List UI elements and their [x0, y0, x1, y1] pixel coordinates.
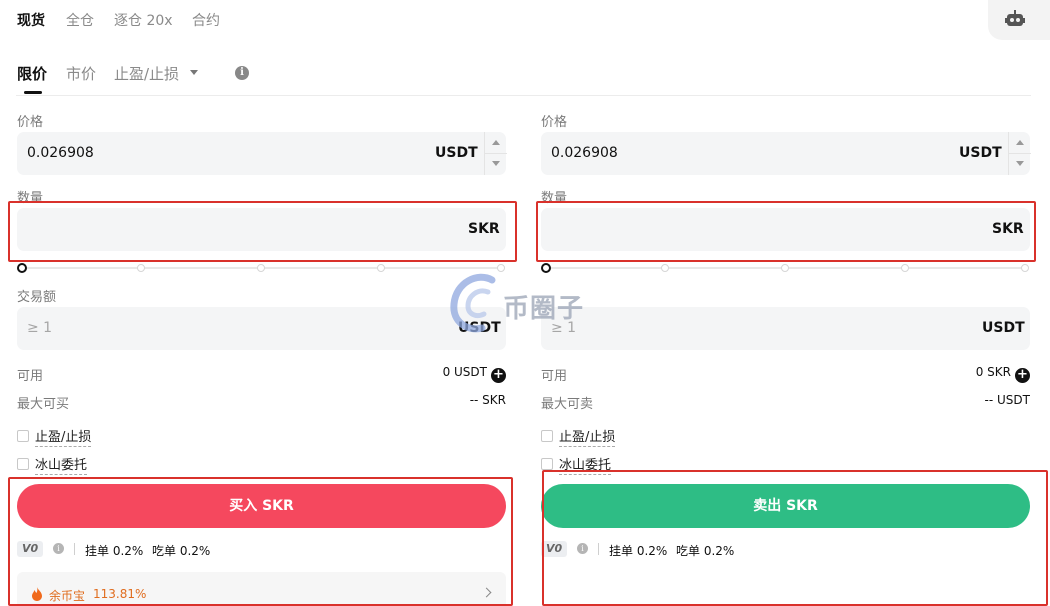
price-stepper[interactable] — [1008, 132, 1031, 175]
available-value: 0 SKR — [975, 365, 1011, 379]
fee-info-icon[interactable]: i — [577, 543, 588, 554]
fee-divider — [598, 543, 599, 555]
fee-info-icon[interactable]: i — [53, 543, 64, 554]
slider-mark-75[interactable] — [901, 264, 909, 272]
available-label: 可用 — [17, 369, 44, 384]
slider-handle[interactable] — [17, 263, 27, 273]
price-value: 0.026908 — [551, 145, 618, 161]
max-buy-value: -- SKR — [469, 393, 506, 407]
quantity-label: 数量 — [17, 191, 44, 206]
sell-panel: 价格 0.026908 USDT 数量 SKR ≥ 1 USDT 可用 0 SK… — [541, 0, 1031, 606]
buy-quantity-input[interactable]: SKR — [17, 208, 506, 251]
price-value: 0.026908 — [27, 145, 94, 161]
sell-amount-input[interactable]: ≥ 1 USDT — [541, 307, 1030, 350]
price-label: 价格 — [541, 115, 568, 130]
slider-mark-100[interactable] — [1021, 264, 1029, 272]
flame-icon — [32, 587, 42, 601]
iceberg-checkbox-row[interactable]: 冰山委托 — [17, 454, 88, 475]
iceberg-checkbox[interactable] — [541, 458, 553, 470]
tpsl-checkbox-row[interactable]: 止盈/止损 — [17, 426, 92, 447]
maker-fee: 挂单 0.2% — [609, 544, 668, 558]
slider-mark-75[interactable] — [377, 264, 385, 272]
max-buy-row: 最大可买 -- SKR — [17, 393, 506, 412]
sell-amount-slider[interactable] — [541, 262, 1030, 274]
maker-fee: 挂单 0.2% — [85, 544, 144, 558]
quantity-unit: SKR — [468, 221, 500, 237]
add-circle-icon[interactable]: + — [1015, 368, 1030, 383]
max-sell-value: -- USDT — [984, 393, 1030, 407]
increment-icon[interactable] — [1016, 140, 1024, 145]
tpsl-checkbox-label: 止盈/止损 — [35, 430, 92, 447]
price-unit: USDT — [959, 145, 1002, 161]
fee-row: V0 i 挂单 0.2% 吃单 0.2% — [17, 540, 506, 560]
buy-panel: 价格 0.026908 USDT 数量 SKR 交易额 ≥ 1 USDT 可用 … — [17, 0, 507, 606]
sell-price-input[interactable]: 0.026908 USDT — [541, 132, 1031, 175]
earn-apy: 113.81% — [93, 587, 147, 601]
iceberg-checkbox-row[interactable]: 冰山委托 — [541, 454, 612, 475]
watermark-text: 币圈子 — [503, 294, 585, 324]
sell-quantity-input[interactable]: SKR — [541, 208, 1030, 251]
available-value-wrap: 0 SKR + — [976, 365, 1030, 383]
decrement-icon[interactable] — [1016, 161, 1024, 166]
stepper-divider — [485, 153, 507, 154]
tpsl-checkbox-label: 止盈/止损 — [559, 430, 616, 447]
earn-banner[interactable]: 余币宝 113.81% — [17, 572, 506, 606]
price-unit: USDT — [435, 145, 478, 161]
slider-mark-25[interactable] — [137, 264, 145, 272]
iceberg-checkbox[interactable] — [17, 458, 29, 470]
price-stepper[interactable] — [484, 132, 507, 175]
vip-badge[interactable]: V0 — [17, 541, 44, 557]
buy-amount-input[interactable]: ≥ 1 USDT — [17, 307, 506, 350]
quantity-label: 数量 — [541, 191, 568, 206]
taker-fee: 吃单 0.2% — [676, 544, 735, 558]
available-row: 可用 0 SKR + — [541, 365, 1030, 384]
price-label: 价格 — [17, 115, 44, 130]
max-buy-label: 最大可买 — [17, 397, 70, 412]
tpsl-checkbox[interactable] — [17, 430, 29, 442]
slider-mark-50[interactable] — [257, 264, 265, 272]
amount-unit: USDT — [982, 320, 1025, 336]
amount-placeholder: ≥ 1 — [27, 320, 53, 336]
decrement-icon[interactable] — [492, 161, 500, 166]
tpsl-checkbox-row[interactable]: 止盈/止损 — [541, 426, 616, 447]
iceberg-checkbox-label: 冰山委托 — [559, 458, 612, 475]
max-sell-label: 最大可卖 — [541, 397, 594, 412]
available-value: 0 USDT — [442, 365, 487, 379]
available-value-wrap: 0 USDT + — [443, 365, 506, 383]
tpsl-checkbox[interactable] — [541, 430, 553, 442]
quantity-unit: SKR — [992, 221, 1024, 237]
buy-button[interactable]: 买入 SKR — [17, 484, 506, 528]
available-row: 可用 0 USDT + — [17, 365, 506, 384]
add-circle-icon[interactable]: + — [491, 368, 506, 383]
chevron-right-icon[interactable] — [481, 587, 492, 598]
available-label: 可用 — [541, 369, 568, 384]
iceberg-checkbox-label: 冰山委托 — [35, 458, 88, 475]
fee-row: V0 i 挂单 0.2% 吃单 0.2% — [541, 540, 1030, 560]
watermark-logo-icon — [450, 273, 496, 333]
buy-amount-slider[interactable] — [17, 262, 506, 274]
amount-label: 交易额 — [17, 290, 57, 305]
increment-icon[interactable] — [492, 140, 500, 145]
watermark: 币圈子 — [448, 270, 608, 340]
earn-label: 余币宝 — [49, 589, 86, 603]
stepper-divider — [1009, 153, 1031, 154]
vip-badge[interactable]: V0 — [541, 541, 568, 557]
sell-button[interactable]: 卖出 SKR — [541, 484, 1030, 528]
taker-fee: 吃单 0.2% — [152, 544, 211, 558]
buy-price-input[interactable]: 0.026908 USDT — [17, 132, 507, 175]
slider-mark-50[interactable] — [781, 264, 789, 272]
max-sell-row: 最大可卖 -- USDT — [541, 393, 1030, 412]
slider-mark-25[interactable] — [661, 264, 669, 272]
fee-divider — [74, 543, 75, 555]
